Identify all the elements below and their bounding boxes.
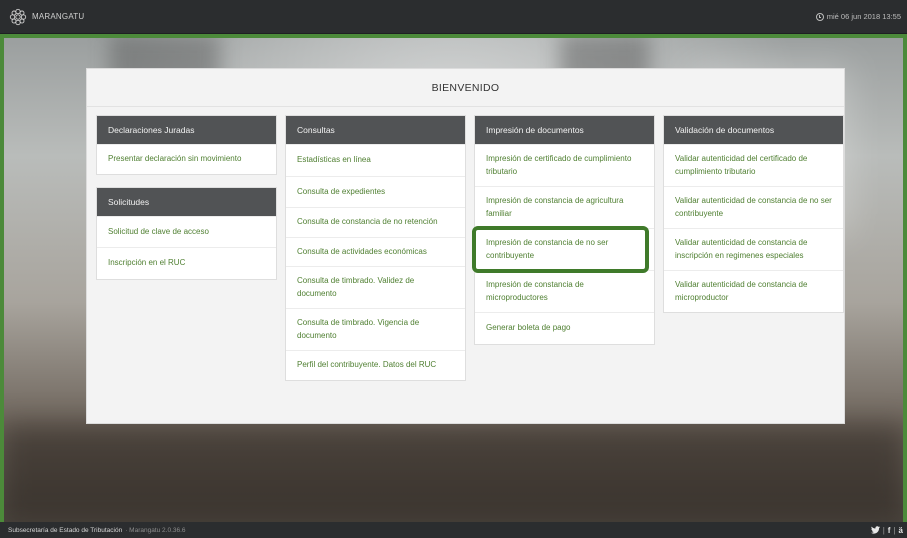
link-validar-certificado[interactable]: Validar autenticidad del certificado de … xyxy=(664,144,843,186)
link-estadisticas[interactable]: Estadísticas en línea xyxy=(286,144,465,176)
column-declaraciones-solicitudes: Declaraciones Juradas Presentar declarac… xyxy=(96,115,277,292)
datetime: mié 06 jun 2018 13:55 xyxy=(815,12,901,21)
link-impresion-agricultura[interactable]: Impresión de constancia de agricultura f… xyxy=(475,186,654,228)
link-impresion-certificado[interactable]: Impresión de certificado de cumplimiento… xyxy=(475,144,654,186)
card-header-declaraciones: Declaraciones Juradas xyxy=(97,116,276,144)
panel-title: BIENVENIDO xyxy=(87,69,844,107)
brand-name: MARANGATU xyxy=(32,12,85,21)
marangatu-logo-icon xyxy=(9,8,27,25)
card-solicitudes: Solicitudes Solicitud de clave de acceso… xyxy=(96,186,277,280)
link-timbrado-validez[interactable]: Consulta de timbrado. Validez de documen… xyxy=(286,266,465,308)
instagram-icon[interactable]: ä xyxy=(899,526,903,535)
card-declaraciones: Declaraciones Juradas Presentar declarac… xyxy=(96,115,277,175)
card-impresion: Impresión de documentos Impresión de cer… xyxy=(474,115,655,345)
column-validacion: Validación de documentos Validar autenti… xyxy=(663,115,844,325)
link-consulta-no-retencion[interactable]: Consulta de constancia de no retención xyxy=(286,207,465,237)
link-presentar-declaracion[interactable]: Presentar declaración sin movimiento xyxy=(97,144,276,174)
link-consulta-actividades[interactable]: Consulta de actividades económicas xyxy=(286,236,465,267)
brand[interactable]: MARANGATU xyxy=(8,7,84,27)
card-header-impresion: Impresión de documentos xyxy=(475,116,654,144)
footer-org: Subsecretaría de Estado de Tributación xyxy=(8,526,123,534)
welcome-panel: BIENVENIDO Declaraciones Juradas Present… xyxy=(86,68,845,424)
social-links: | f | ä xyxy=(870,526,903,535)
column-consultas: Consultas Estadísticas en línea Consulta… xyxy=(285,115,466,393)
facebook-icon[interactable]: f xyxy=(888,526,891,535)
link-impresion-microproductores[interactable]: Impresión de constancia de microproducto… xyxy=(475,270,654,312)
footer: Subsecretaría de Estado de Tributación · … xyxy=(0,522,907,538)
footer-version: · Marangatu 2.0.36.6 xyxy=(125,526,186,534)
footer-credits: Subsecretaría de Estado de Tributación · … xyxy=(8,527,186,534)
link-validar-regimenes[interactable]: Validar autenticidad de constancia de in… xyxy=(664,228,843,270)
link-impresion-no-contribuyente[interactable]: Impresión de constancia de no ser contri… xyxy=(475,228,654,270)
card-header-validacion: Validación de documentos xyxy=(664,116,843,144)
card-header-solicitudes: Solicitudes xyxy=(97,187,276,216)
link-timbrado-vigencia[interactable]: Consulta de timbrado. Vigencia de docume… xyxy=(286,308,465,350)
card-validacion: Validación de documentos Validar autenti… xyxy=(663,115,844,313)
link-inscripcion-ruc[interactable]: Inscripción en el RUC xyxy=(97,247,276,279)
link-consulta-expedientes[interactable]: Consulta de expedientes xyxy=(286,175,465,208)
datetime-text: mié 06 jun 2018 13:55 xyxy=(826,12,901,21)
clock-icon xyxy=(815,12,824,21)
link-generar-boleta[interactable]: Generar boleta de pago xyxy=(475,312,654,344)
link-validar-microproductor[interactable]: Validar autenticidad de constancia de mi… xyxy=(664,270,843,312)
column-impresion: Impresión de documentos Impresión de cer… xyxy=(474,115,655,357)
twitter-icon[interactable] xyxy=(870,526,880,534)
link-solicitud-clave[interactable]: Solicitud de clave de acceso xyxy=(97,215,276,248)
link-validar-no-contribuyente[interactable]: Validar autenticidad de constancia de no… xyxy=(664,186,843,228)
card-consultas: Consultas Estadísticas en línea Consulta… xyxy=(285,115,466,381)
card-header-consultas: Consultas xyxy=(286,116,465,144)
top-bar: MARANGATU mié 06 jun 2018 13:55 xyxy=(0,0,907,34)
link-perfil-contribuyente[interactable]: Perfil del contribuyente. Datos del RUC xyxy=(286,350,465,380)
